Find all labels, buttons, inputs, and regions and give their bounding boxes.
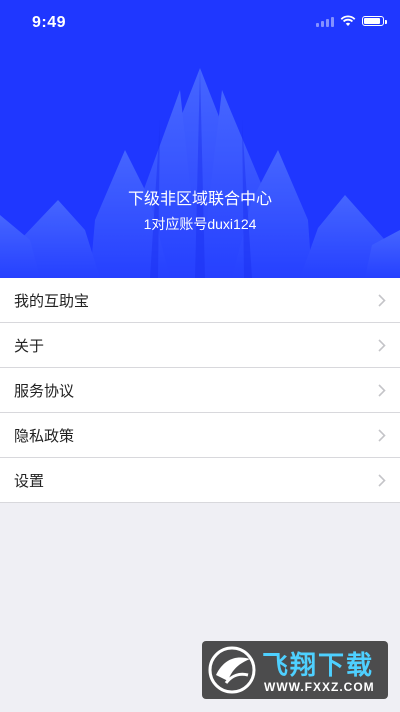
menu-item-about[interactable]: 关于 <box>0 323 400 368</box>
watermark-logo-icon <box>208 646 256 694</box>
profile-subtitle: 1对应账号duxi124 <box>143 216 257 232</box>
status-icons <box>316 15 387 27</box>
menu-item-label: 关于 <box>14 337 45 355</box>
chevron-right-icon <box>378 429 386 442</box>
menu-item-label: 我的互助宝 <box>14 292 90 310</box>
watermark-url: WWW.FXXZ.COM <box>264 680 375 694</box>
menu-item-label: 隐私政策 <box>14 427 75 445</box>
chevron-right-icon <box>378 384 386 397</box>
battery-icon <box>362 16 387 26</box>
wifi-icon <box>340 15 356 26</box>
profile-title: 下级非区域联合中心 <box>127 191 272 208</box>
menu-item-privacy-policy[interactable]: 隐私政策 <box>0 413 400 458</box>
settings-menu: 我的互助宝 关于 服务协议 隐私政策 设置 <box>0 278 400 503</box>
menu-item-label: 设置 <box>14 472 45 490</box>
cellular-signal-icon <box>316 16 334 27</box>
watermark-title: 飞翔下载 <box>262 650 375 680</box>
chevron-right-icon <box>378 339 386 352</box>
status-time: 9:49 <box>32 14 67 31</box>
profile-header: 9:49 下级非区域联合中心 1对应账号duxi124 <box>0 0 400 278</box>
menu-item-settings[interactable]: 设置 <box>0 458 400 502</box>
chevron-right-icon <box>378 474 386 487</box>
chevron-right-icon <box>378 294 386 307</box>
menu-item-my-huzhubao[interactable]: 我的互助宝 <box>0 278 400 323</box>
menu-item-label: 服务协议 <box>14 382 75 400</box>
menu-item-service-agreement[interactable]: 服务协议 <box>0 368 400 413</box>
status-bar: 9:49 <box>0 0 400 44</box>
watermark: 飞翔下载 WWW.FXXZ.COM <box>202 641 388 699</box>
